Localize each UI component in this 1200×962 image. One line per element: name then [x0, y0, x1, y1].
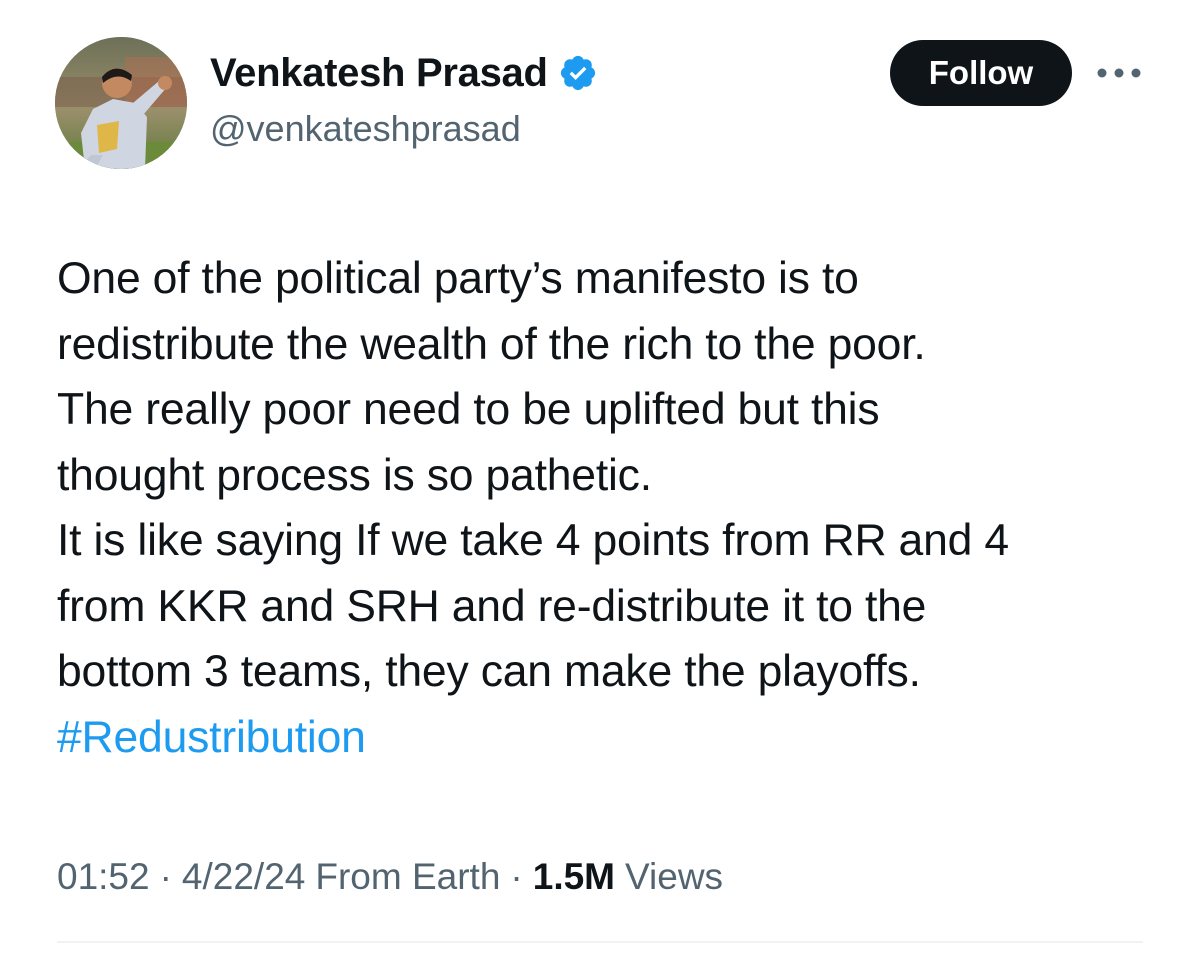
views-label: Views — [625, 856, 724, 897]
tweet-text-line: from KKR and SRH and re-distribute it to… — [57, 581, 927, 631]
tweet-source: From Earth — [315, 856, 501, 897]
avatar-image — [55, 37, 187, 169]
tweet-text-line: It is like saying If we take 4 points fr… — [57, 516, 1009, 565]
views-count[interactable]: 1.5M — [533, 856, 615, 898]
tweet-text-line: The really poor need to be uplifted but … — [57, 385, 880, 434]
avatar[interactable] — [55, 37, 187, 169]
tweet-time[interactable]: 01:52 — [57, 856, 150, 898]
author-name-row: Venkatesh Prasad — [210, 48, 598, 98]
tweet-text-line: One of the political party’s manifesto i… — [57, 254, 859, 303]
tweet-text-line: redistribute the wealth of the rich to t… — [57, 319, 926, 369]
divider — [57, 941, 1143, 943]
hashtag-link[interactable]: #Redustribution — [57, 705, 1167, 771]
tweet-metadata: 01:52 · 4/22/24 From Earth · 1.5M Views — [57, 856, 723, 898]
tweet-text-line: thought process is so pathetic. — [57, 450, 652, 500]
meta-separator: · — [159, 856, 172, 897]
tweet-card: Venkatesh Prasad @venkateshprasad Follow… — [0, 0, 1200, 962]
tweet-date[interactable]: 4/22/24 — [182, 856, 305, 898]
verified-badge-icon[interactable] — [558, 53, 598, 93]
meta-separator: · — [510, 856, 523, 897]
author-display-name[interactable]: Venkatesh Prasad — [210, 51, 548, 96]
tweet-text-line: bottom 3 teams, they can make the playof… — [57, 647, 921, 696]
more-options-icon[interactable] — [1096, 58, 1142, 88]
author-handle[interactable]: @venkateshprasad — [210, 108, 521, 150]
follow-button[interactable]: Follow — [890, 40, 1072, 106]
tweet-text: One of the political party’s manifesto i… — [57, 246, 1167, 770]
